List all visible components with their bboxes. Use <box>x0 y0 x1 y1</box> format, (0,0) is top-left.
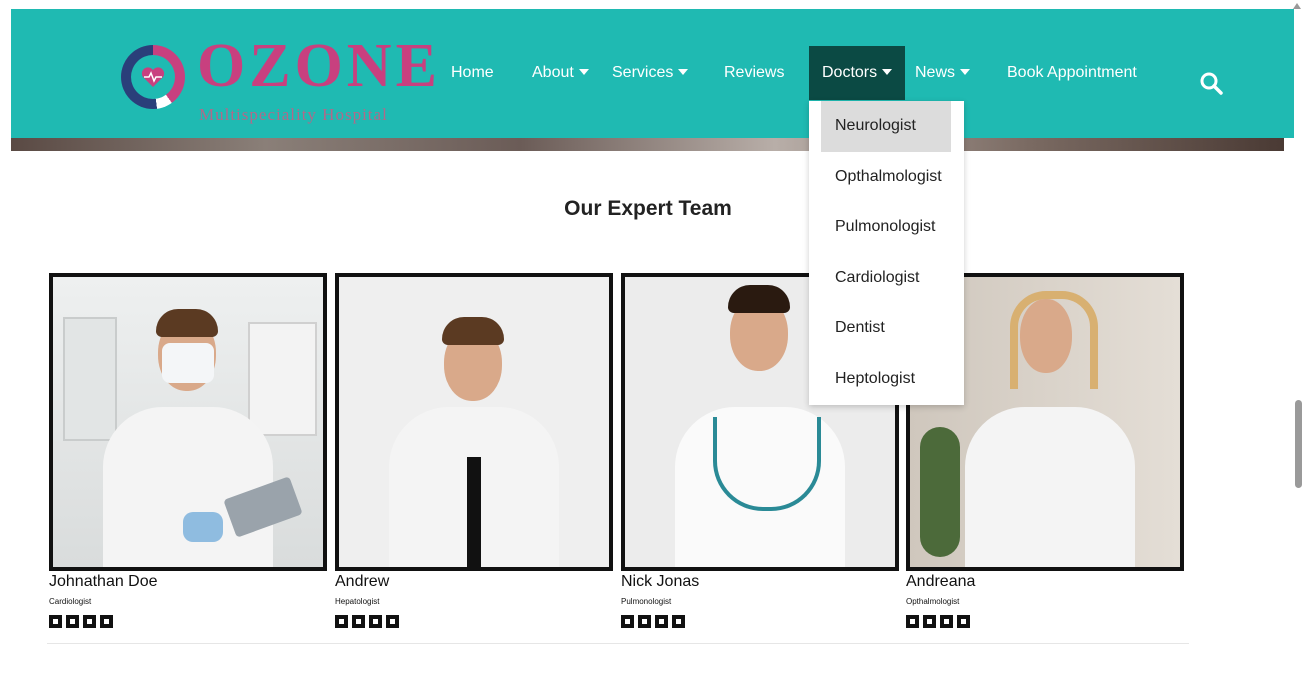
doctor-name: Andreana <box>906 573 976 590</box>
linkedin-icon[interactable] <box>940 615 953 628</box>
doctor-photo <box>49 273 327 571</box>
caret-down-icon <box>960 69 971 75</box>
twitter-icon[interactable] <box>352 615 365 628</box>
nav-book-appointment-label: Book Appointment <box>1007 64 1137 81</box>
caret-down-icon <box>578 69 589 75</box>
twitter-icon[interactable] <box>923 615 936 628</box>
doctor-card: Johnathan Doe Cardiologist <box>49 273 327 629</box>
twitter-icon[interactable] <box>638 615 651 628</box>
doctor-name: Johnathan Doe <box>49 573 158 590</box>
social-links <box>621 615 899 629</box>
nav-home[interactable]: Home <box>451 46 494 100</box>
caret-down-icon <box>678 69 689 75</box>
facebook-icon[interactable] <box>49 615 62 628</box>
logo-tagline: Multispeciality Hospital <box>199 105 388 124</box>
logo-emblem <box>121 45 185 109</box>
doctor-role: Pulmonologist <box>621 597 672 606</box>
doctors-dropdown-menu: Neurologist Opthalmologist Pulmonologist… <box>809 101 964 405</box>
doctor-name: Nick Jonas <box>621 573 700 590</box>
doctor-role: Hepatologist <box>335 597 380 606</box>
doctor-name: Andrew <box>335 573 390 590</box>
nav-reviews-label: Reviews <box>724 64 785 81</box>
linkedin-icon[interactable] <box>655 615 668 628</box>
nav-news-label: News <box>915 64 956 81</box>
doctor-photo <box>335 273 613 571</box>
scroll-up-arrow-icon[interactable] <box>1293 3 1301 9</box>
facebook-icon[interactable] <box>906 615 919 628</box>
twitter-icon[interactable] <box>66 615 79 628</box>
dropdown-item-opthalmologist[interactable]: Opthalmologist <box>809 152 964 203</box>
dropdown-item-neurologist[interactable]: Neurologist <box>821 101 951 152</box>
nav-book-appointment[interactable]: Book Appointment <box>1007 46 1137 100</box>
heart-icon <box>141 67 165 87</box>
logo[interactable]: OZONE Multispeciality Hospital <box>121 35 437 135</box>
facebook-icon[interactable] <box>621 615 634 628</box>
doctor-card: Andrew Hepatologist <box>335 273 613 629</box>
dropdown-item-pulmonologist[interactable]: Pulmonologist <box>809 202 964 253</box>
nav-services[interactable]: Services <box>612 46 689 100</box>
nav-home-label: Home <box>451 64 494 81</box>
section-title: Our Expert Team <box>564 197 732 220</box>
nav-doctors[interactable]: Doctors <box>809 46 906 100</box>
social-links <box>49 615 327 629</box>
nav-news[interactable]: News <box>915 46 971 100</box>
linkedin-icon[interactable] <box>369 615 382 628</box>
social-links <box>335 615 613 629</box>
section-divider <box>47 643 1189 644</box>
nav-about[interactable]: About <box>532 46 589 100</box>
doctor-role: Opthalmologist <box>906 597 960 606</box>
instagram-icon[interactable] <box>957 615 970 628</box>
doctor-role: Cardiologist <box>49 597 92 606</box>
linkedin-icon[interactable] <box>83 615 96 628</box>
navbar: OZONE Multispeciality Hospital Home Abou… <box>11 9 1294 138</box>
search-icon[interactable] <box>1199 71 1223 95</box>
dropdown-item-cardiologist[interactable]: Cardiologist <box>809 253 964 304</box>
instagram-icon[interactable] <box>386 615 399 628</box>
scrollbar-thumb[interactable] <box>1295 400 1302 488</box>
dropdown-item-dentist[interactable]: Dentist <box>809 303 964 354</box>
logo-wordmark: OZONE <box>197 32 441 100</box>
nav-about-label: About <box>532 64 574 81</box>
dropdown-item-heptologist[interactable]: Heptologist <box>809 354 964 405</box>
nav-reviews[interactable]: Reviews <box>724 46 784 100</box>
facebook-icon[interactable] <box>335 615 348 628</box>
nav-services-label: Services <box>612 64 674 81</box>
instagram-icon[interactable] <box>672 615 685 628</box>
instagram-icon[interactable] <box>100 615 113 628</box>
nav-doctors-label: Doctors <box>822 64 878 81</box>
social-links <box>906 615 1184 629</box>
caret-down-icon <box>882 69 893 75</box>
